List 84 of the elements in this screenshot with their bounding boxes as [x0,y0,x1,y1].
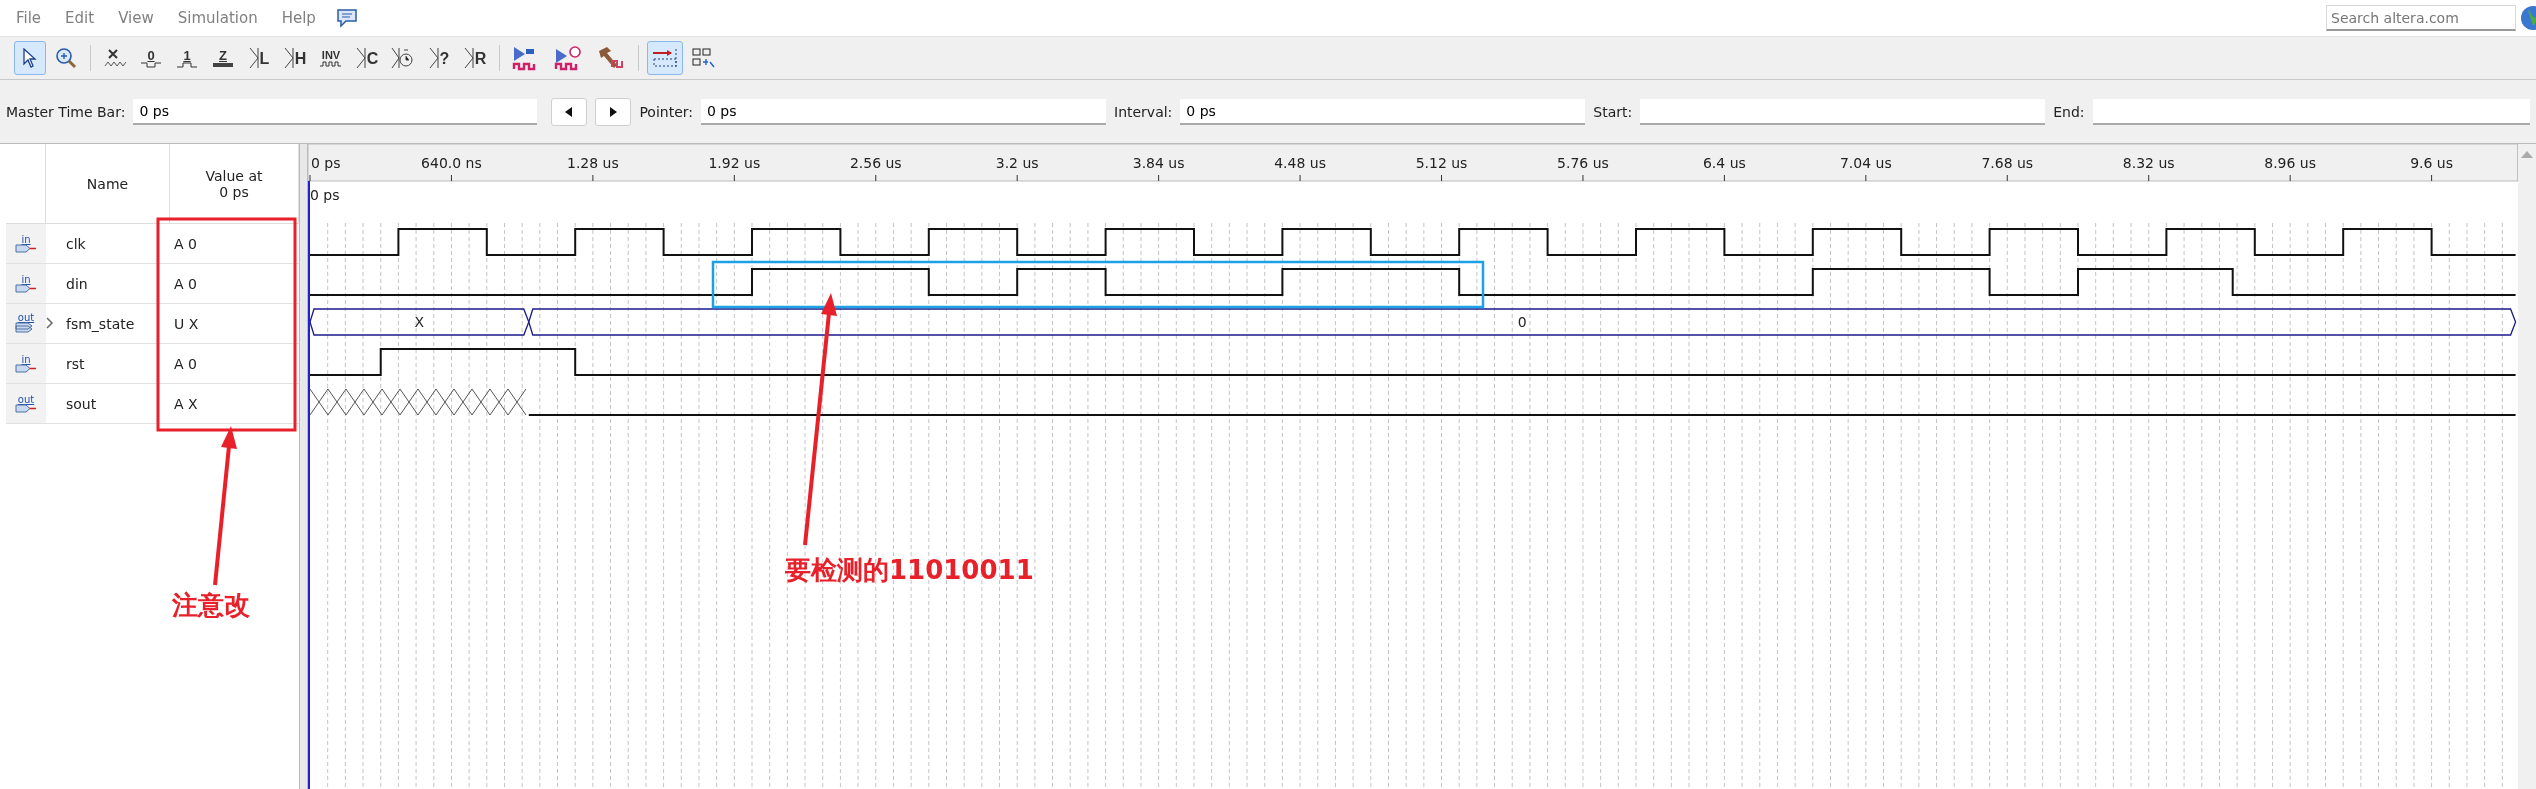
bracket-icon [463,47,474,69]
bar-icon [213,61,233,68]
menu-item[interactable]: Help [269,9,328,27]
signal-name[interactable]: sout [66,395,170,412]
column-header: Name [46,144,170,223]
master-time-bar-field[interactable]: 0 ps [133,98,538,125]
grid-icon [691,47,715,69]
globe-icon[interactable] [2520,5,2536,31]
menu-item[interactable]: Edit [53,9,107,27]
time-tick-label: 0 ps [310,155,341,171]
pointer-field[interactable]: 0 ps [701,98,1106,125]
bracket-tool-button[interactable]: ? [423,41,455,75]
bracket-icon [428,47,439,69]
snap-tool-button[interactable] [647,41,683,75]
next-transition-button[interactable] [595,97,632,126]
time-tick-label: 7.68 us [1981,155,2034,171]
signal-name[interactable]: rst [66,355,170,372]
bracket-tool-button[interactable]: H [279,41,311,75]
high-tool-button[interactable]: 1 [171,41,203,75]
time-tick-label: 7.04 us [1839,155,1892,171]
expand-chevron-icon[interactable] [46,316,54,329]
end-field[interactable] [2092,98,2530,125]
end-label: End: [2053,103,2085,120]
signal-value: A 0 [173,355,198,372]
interval-label: Interval: [1114,103,1173,120]
time-tick-label: 5.76 us [1557,155,1609,171]
time-tick-label: 3.84 us [1132,155,1185,171]
bus-value-label: 0 [1517,314,1527,330]
time-tick-label: 8.96 us [2264,155,2316,171]
start-label: Start: [1593,103,1633,120]
vertical-scrollbar[interactable] [2517,144,2536,789]
time-tick-label: 2.56 us [849,155,902,171]
signal-value: A X [173,395,199,412]
signal-value: A 0 [173,235,198,252]
hiz-tool-button[interactable]: Z [207,41,239,75]
signal-name[interactable]: clk [66,235,170,252]
master-time-bar-label: Master Time Bar: [6,103,126,120]
hammer-icon [596,45,626,71]
run-timing-icon [554,45,584,71]
time-tick-label: 3.2 us [995,155,1039,171]
signal-value: A 0 [173,275,198,292]
pulse-icon [177,61,197,68]
search-field[interactable]: Search altera.com [2326,5,2516,31]
time-tick-label: 5.12 us [1415,155,1468,171]
invert-tool-button[interactable]: INV [315,41,347,75]
bracket-icon [248,47,259,69]
menu-item[interactable]: File [4,9,54,27]
bracket-tool-button[interactable]: L [243,41,275,75]
start-field[interactable] [1640,98,2046,125]
speech-bubble-icon [335,8,358,28]
bus-value-label: X [414,314,425,330]
time-tick-label: 640.0 ns [421,155,482,171]
previous-transition-button[interactable] [551,97,588,126]
menu-item[interactable]: View [106,9,166,27]
zoom-icon [55,47,77,69]
pointer-label: Pointer: [639,103,693,120]
annotation-text: 要检测的11010011 [785,554,1034,587]
time-tick-label: 6.4 us [1702,155,1746,171]
menu-item[interactable]: Simulation [165,9,270,27]
time-tick-label: 9.6 us [2410,155,2453,171]
dont-care-icon [104,48,126,68]
bracket-tool-button[interactable]: C [351,41,383,75]
interval-field[interactable]: 0 ps [1180,98,1586,125]
signal-name[interactable]: fsm_state [66,315,170,332]
annotation-text: 注意改 [172,589,250,622]
bracket-tool-button[interactable]: R [459,41,491,75]
bracket-icon [355,47,366,69]
pulse-icon [141,61,161,68]
time-tick-label: 1.28 us [566,155,619,171]
pointer-icon [22,48,38,68]
snap-to-grid-icon [651,47,679,69]
right-triangle-icon [609,106,618,117]
time-tick-label: 4.48 us [1274,155,1326,171]
low-tool-button[interactable]: 0 [135,41,167,75]
signal-name[interactable]: din [66,275,170,292]
left-triangle-icon [565,106,574,117]
time-tick-label: 1.92 us [708,155,761,171]
cursor-time-label: 0 ps [309,187,340,203]
bracket-icon [283,47,294,69]
time-tick-label: 8.32 us [2122,155,2175,171]
signal-value: U X [173,315,200,332]
clock-icon [391,47,415,69]
square-wave-icon [320,60,342,67]
select-tool-button[interactable] [14,41,46,75]
